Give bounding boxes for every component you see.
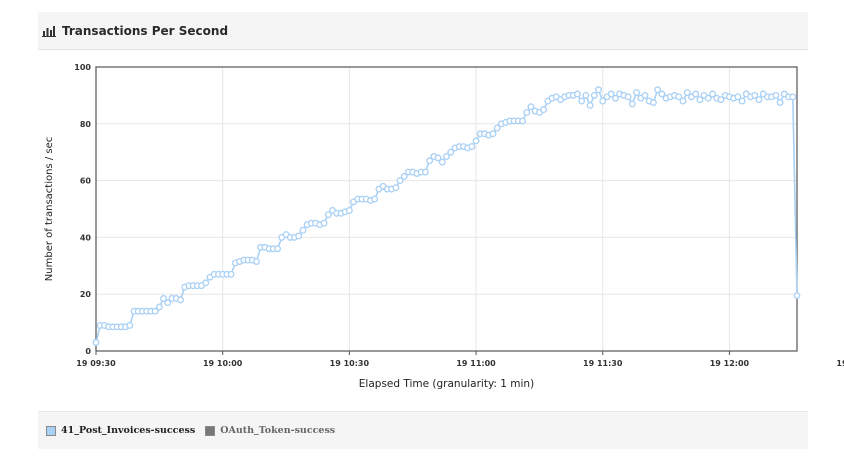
data-point bbox=[772, 91, 780, 99]
data-point bbox=[253, 258, 260, 265]
y-tick-label: 0 bbox=[85, 347, 91, 356]
data-point bbox=[628, 100, 636, 108]
x-tick-label: 19 12:30 bbox=[836, 359, 844, 368]
data-point bbox=[738, 97, 746, 105]
x-tick-label: 19 09:30 bbox=[76, 359, 116, 368]
data-point bbox=[789, 93, 797, 101]
data-point bbox=[295, 232, 303, 240]
data-point bbox=[590, 91, 598, 99]
bar-chart-icon bbox=[42, 25, 56, 37]
data-point bbox=[523, 108, 531, 116]
x-tick-label: 19 10:00 bbox=[203, 359, 243, 368]
data-point bbox=[202, 279, 210, 287]
data-point bbox=[649, 99, 657, 106]
data-point bbox=[299, 226, 307, 234]
plot-frame bbox=[95, 66, 798, 352]
data-point bbox=[345, 206, 353, 214]
data-point bbox=[371, 195, 379, 203]
data-point bbox=[573, 90, 581, 98]
data-point bbox=[586, 101, 594, 109]
data-point bbox=[274, 245, 282, 253]
x-tick-label: 19 11:30 bbox=[583, 359, 623, 368]
data-point bbox=[641, 91, 649, 99]
data-point bbox=[595, 86, 602, 94]
x-tick-label: 19 11:00 bbox=[456, 359, 496, 368]
data-point bbox=[126, 321, 134, 329]
y-axis-title: Number of transactions / sec bbox=[44, 137, 55, 281]
panel-header: Transactions Per Second bbox=[38, 12, 808, 50]
x-axis-title: Elapsed Time (granularity: 1 min) bbox=[359, 378, 534, 390]
chart-legend: 41_Post_Invoices-success OAuth_Token-suc… bbox=[38, 411, 808, 449]
data-point bbox=[582, 91, 590, 99]
data-point bbox=[421, 168, 429, 176]
legend-label: OAuth_Token-success bbox=[220, 425, 336, 436]
data-point bbox=[92, 339, 100, 346]
data-point bbox=[679, 97, 687, 105]
legend-item-series-2[interactable]: OAuth_Token-success bbox=[205, 425, 335, 436]
legend-label: 41_Post_Invoices-success bbox=[61, 425, 196, 436]
data-point bbox=[320, 219, 328, 227]
data-point bbox=[692, 90, 700, 98]
data-point bbox=[438, 158, 446, 166]
data-point bbox=[755, 96, 763, 104]
legend-swatch bbox=[46, 425, 56, 436]
data-point bbox=[793, 292, 801, 300]
x-tick-label: 19 12:00 bbox=[710, 359, 750, 368]
data-point bbox=[472, 137, 480, 145]
data-point bbox=[227, 270, 235, 278]
data-point bbox=[155, 303, 163, 311]
data-point bbox=[578, 97, 586, 105]
y-tick-label: 80 bbox=[80, 120, 92, 129]
data-point bbox=[489, 130, 497, 138]
data-point bbox=[177, 296, 184, 304]
data-point bbox=[633, 89, 640, 97]
data-point bbox=[468, 143, 476, 150]
series-line bbox=[95, 88, 798, 343]
x-tick-label: 19 10:30 bbox=[330, 359, 370, 368]
data-point bbox=[519, 117, 526, 125]
panel-title: Transactions Per Second bbox=[62, 23, 229, 38]
data-point bbox=[540, 106, 548, 114]
y-tick-label: 100 bbox=[74, 63, 91, 72]
legend-swatch bbox=[205, 425, 216, 436]
y-tick-label: 20 bbox=[80, 290, 92, 299]
legend-item-series-1[interactable]: 41_Post_Invoices-success bbox=[46, 425, 195, 436]
y-tick-label: 40 bbox=[80, 233, 92, 242]
data-point bbox=[392, 184, 400, 192]
data-point bbox=[624, 93, 632, 101]
tps-chart: 0 20 40 60 80 100 19 09:30 19 10:00 19 10:30 19 1… bbox=[44, 63, 844, 390]
y-tick-label: 60 bbox=[80, 177, 92, 186]
data-point bbox=[776, 99, 784, 106]
